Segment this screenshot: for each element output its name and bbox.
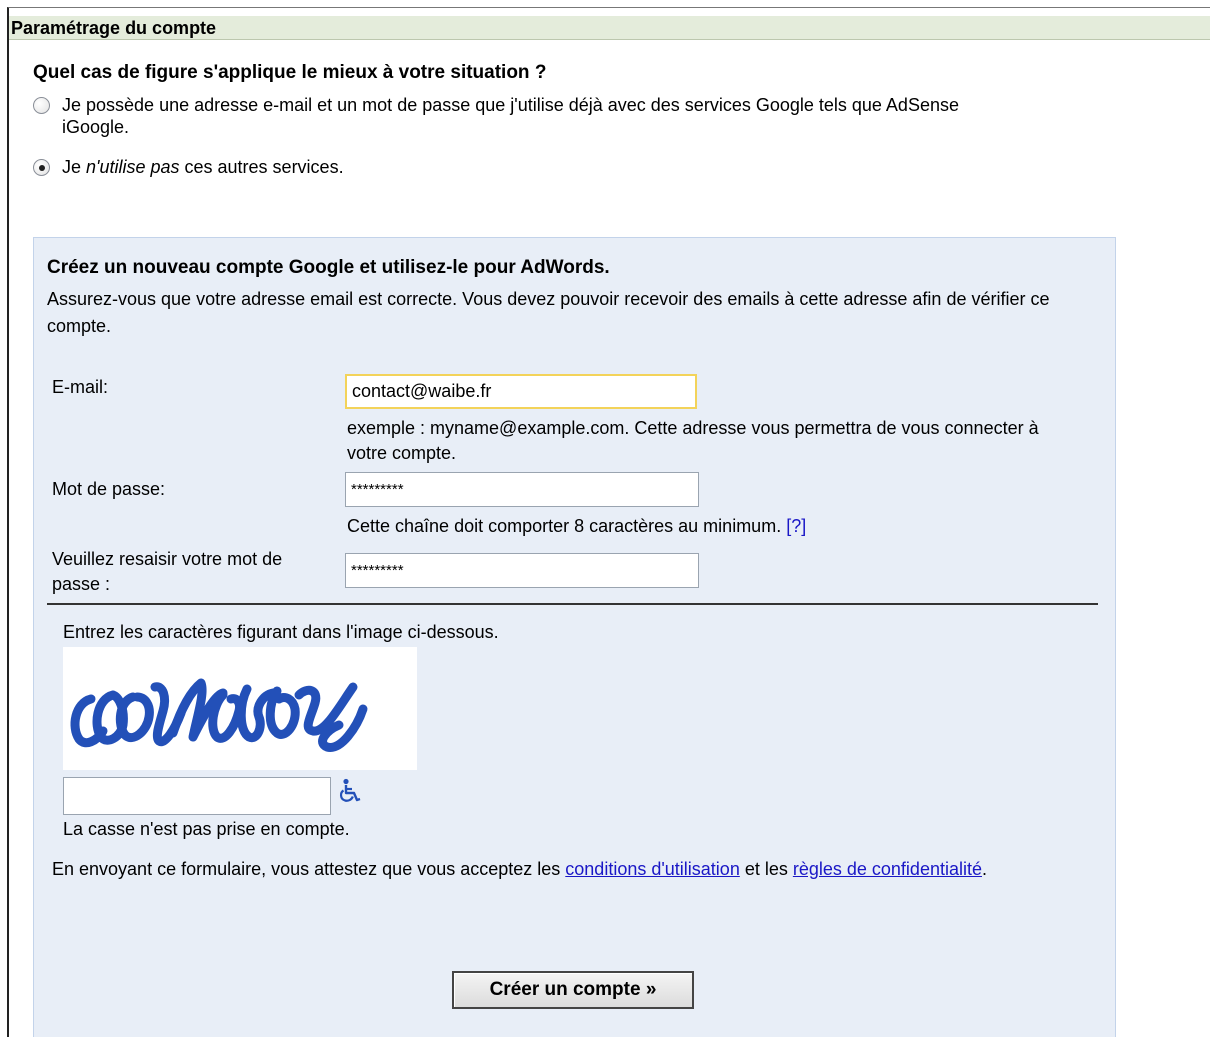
email-hint: exemple : myname@example.com. Cette adre… [347,418,1039,463]
terms-text: En envoyant ce formulaire, vous attestez… [52,859,987,879]
section-title: Paramétrage du compte [9,16,1210,40]
confirm-password-label: Veuillez resaisir votre mot de passe : [52,549,283,594]
captcha-image [63,647,417,770]
wheelchair-icon[interactable] [339,778,363,804]
email-label: E-mail: [52,377,109,397]
option-existing-account-line1: Je possède une adresse e-mail et un mot … [62,95,959,115]
password-label: Mot de passe: [52,479,166,499]
password-field[interactable] [345,472,699,507]
password-hint-row: Cette chaîne doit comporter 8 caractères… [347,514,806,539]
privacy-policy-link[interactable]: règles de confidentialité [793,859,982,879]
create-account-button[interactable]: Créer un compte » [452,971,694,1009]
panel-description: Assurez-vous que votre adresse email est… [47,289,1050,336]
option-existing-account-line2: iGoogle. [62,117,130,137]
radio-existing-account[interactable] [33,97,50,114]
captcha-prompt: Entrez les caractères figurant dans l'im… [63,622,499,642]
panel-heading: Créez un nouveau compte Google et utilis… [47,257,610,278]
situation-question: Quel cas de figure s'applique le mieux à… [33,62,547,83]
captcha-input[interactable] [63,777,331,815]
divider [47,603,1098,605]
password-hint: Cette chaîne doit comporter 8 caractères… [347,516,782,536]
terms-of-use-link[interactable]: conditions d'utilisation [565,859,740,879]
password-help-link[interactable]: [?] [786,516,806,536]
email-field[interactable] [345,374,697,409]
radio-no-account[interactable] [33,159,50,176]
captcha-case-note: La casse n'est pas prise en compte. [63,819,350,839]
confirm-password-field[interactable] [345,553,699,588]
option-no-account-label: Je n'utilise pas ces autres services. [62,157,344,177]
